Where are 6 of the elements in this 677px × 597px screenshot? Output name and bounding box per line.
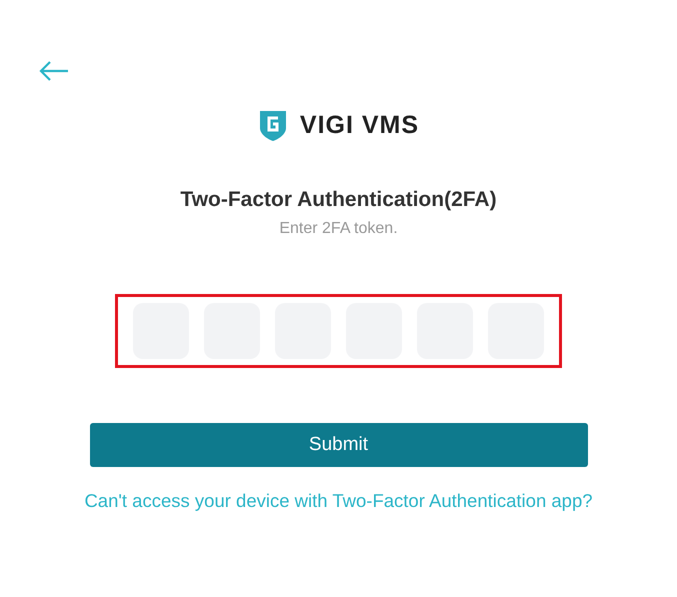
- back-arrow-icon[interactable]: [39, 60, 69, 82]
- submit-button[interactable]: Submit: [90, 423, 588, 467]
- subtitle: Enter 2FA token.: [279, 220, 398, 238]
- page-title: Two-Factor Authentication(2FA): [180, 188, 497, 212]
- logo-text: VIGI VMS: [300, 110, 420, 140]
- shield-logo-icon: [258, 108, 288, 142]
